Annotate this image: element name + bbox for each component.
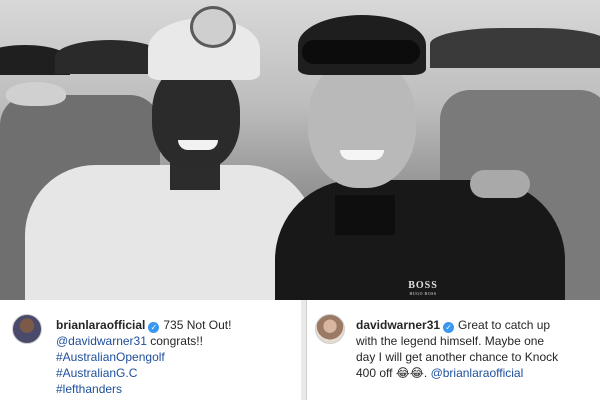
mention-link[interactable]: @brianlaraofficial — [431, 366, 524, 380]
right-person-collar — [335, 195, 395, 235]
shirt-brand: BOSS — [408, 280, 438, 291]
right-caption-card: davidwarner31 ✓ Great to catch up with the… — [306, 300, 600, 400]
left-caption-card: brianlaraofficial ✓ 735 Not Out! @davidwar… — [0, 300, 301, 400]
hashtag-link[interactable]: #AustralianOpengolf — [56, 349, 294, 365]
laughing-emoji: 😂😂. — [395, 366, 428, 380]
caption-first: Great to catch up — [458, 318, 551, 332]
hashtag-link[interactable]: #AustralianG.C — [56, 365, 294, 381]
caption-text: brianlaraofficial ✓ 735 Not Out! @davidwar… — [56, 317, 294, 397]
caption-line: with the legend himself. Maybe one — [356, 334, 545, 348]
shirt-brand-sub: HUGO BOSS — [409, 291, 437, 296]
sunglasses — [302, 40, 420, 64]
username-link[interactable]: davidwarner31 — [356, 318, 440, 332]
caption-first: 735 Not Out! — [163, 318, 232, 332]
caption-line: day I will get another chance to Knock — [356, 350, 559, 364]
verified-badge-icon: ✓ — [443, 322, 455, 333]
awning-shape — [430, 28, 600, 68]
username-link[interactable]: brianlaraofficial — [56, 318, 145, 332]
smile — [178, 140, 218, 150]
hand-on-shoulder — [470, 170, 530, 198]
right-person-face — [308, 58, 416, 188]
avatar[interactable] — [315, 314, 345, 344]
avatar[interactable] — [12, 314, 42, 344]
hashtag-link[interactable]: #lefthanders — [56, 381, 294, 397]
post-photo: BOSS HUGO BOSS — [0, 0, 600, 300]
verified-badge-icon: ✓ — [148, 322, 160, 333]
caption-text: davidwarner31 ✓ Great to catch up with the… — [356, 317, 596, 381]
caption-after-mention: congrats!! — [150, 334, 203, 348]
cap-badge-icon — [190, 6, 236, 48]
smile — [340, 150, 384, 160]
spectator-hat — [6, 82, 66, 106]
shirt-logo: BOSS HUGO BOSS — [396, 280, 450, 296]
mention-link[interactable]: @davidwarner31 — [56, 334, 147, 348]
caption-line: 400 off — [356, 366, 393, 380]
